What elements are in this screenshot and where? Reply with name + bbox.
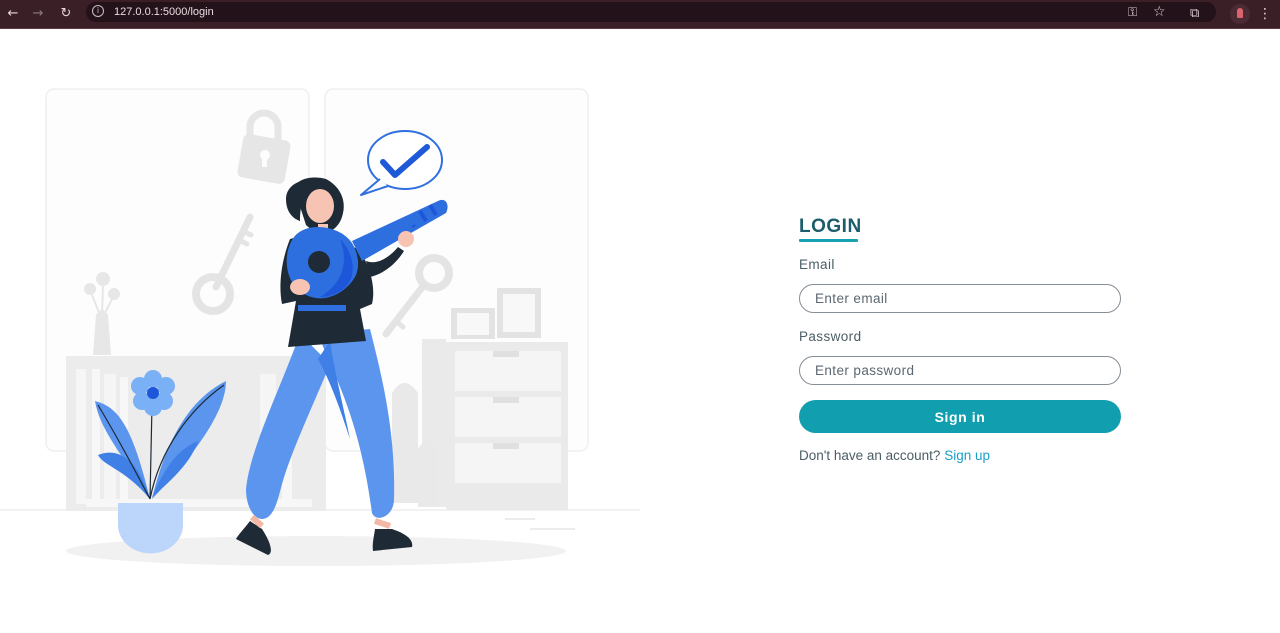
address-url[interactable]: 127.0.0.1:5000/login [114, 4, 214, 20]
signup-row: Don't have an account? Sign up [799, 448, 990, 463]
password-input[interactable] [799, 356, 1121, 385]
signup-prompt: Don't have an account? [799, 448, 941, 463]
back-icon[interactable]: ← [3, 4, 23, 24]
bookmark-star-icon[interactable]: ☆ [1153, 2, 1166, 22]
profile-avatar[interactable] [1230, 4, 1250, 24]
sign-in-button[interactable]: Sign in [799, 400, 1121, 433]
reload-icon[interactable]: ↻ [56, 4, 76, 24]
password-key-icon[interactable]: ⚿ [1128, 2, 1137, 22]
email-input[interactable] [799, 284, 1121, 313]
site-info-icon[interactable]: i [92, 5, 104, 17]
email-label: Email [799, 257, 835, 272]
browser-toolbar: ← → ↻ i 127.0.0.1:5000/login ⚿ ☆ ⧉ ⋮ [0, 0, 1280, 29]
title-underline [799, 239, 858, 242]
address-bar[interactable]: i 127.0.0.1:5000/login ⚿ ☆ [86, 2, 1216, 22]
forward-icon[interactable]: → [28, 4, 48, 24]
sign-up-link[interactable]: Sign up [944, 448, 990, 463]
password-label: Password [799, 329, 862, 344]
extensions-icon[interactable]: ⧉ [1190, 4, 1199, 24]
browser-menu-icon[interactable]: ⋮ [1258, 4, 1272, 24]
login-illustration [0, 88, 640, 566]
login-title: LOGIN [799, 216, 862, 237]
